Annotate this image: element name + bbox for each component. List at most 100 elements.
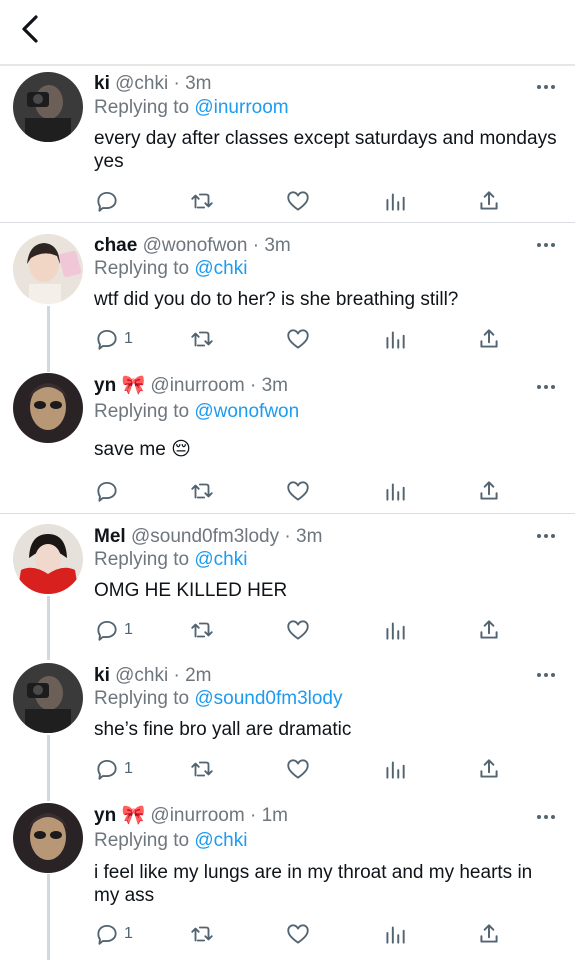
more-options-button[interactable]: [533, 379, 559, 395]
like-button[interactable]: [285, 186, 311, 216]
avatar[interactable]: [13, 663, 83, 733]
analytics-button[interactable]: [382, 754, 408, 784]
share-button[interactable]: [476, 615, 502, 645]
share-button[interactable]: [476, 476, 502, 506]
separator-dot: ·: [249, 375, 257, 396]
display-name[interactable]: yn: [94, 805, 116, 826]
avatar[interactable]: [13, 72, 83, 142]
share-button[interactable]: [476, 919, 502, 949]
analytics-button[interactable]: [382, 919, 408, 949]
tweet[interactable]: ki @chki · 3m Replying to @inurroom ever…: [0, 68, 575, 223]
handle[interactable]: @inurroom: [150, 805, 244, 826]
mention-link[interactable]: @chki: [194, 830, 247, 851]
like-button[interactable]: [285, 754, 311, 784]
reply-button[interactable]: 1: [94, 615, 133, 645]
like-button[interactable]: [285, 324, 311, 354]
reply-button[interactable]: [94, 476, 124, 506]
retweet-button[interactable]: [189, 324, 215, 354]
timestamp[interactable]: 2m: [185, 665, 211, 686]
analytics-button[interactable]: [382, 324, 408, 354]
separator-dot: ·: [249, 805, 257, 826]
handle[interactable]: @sound0fm3lody: [131, 526, 279, 547]
more-dots-icon: [537, 85, 555, 89]
reply-bubble-icon: [97, 191, 117, 212]
handle[interactable]: @wonofwon: [143, 235, 248, 256]
avatar[interactable]: [13, 803, 83, 873]
mention-link[interactable]: @chki: [194, 549, 247, 570]
display-name[interactable]: ki: [94, 73, 110, 94]
tweet[interactable]: ki @chki · 2m Replying to @sound0fm3lody…: [0, 655, 575, 795]
bar-chart-icon: [386, 193, 405, 211]
display-name[interactable]: Mel: [94, 526, 126, 547]
mention-link[interactable]: @sound0fm3lody: [194, 688, 342, 709]
retweet-button[interactable]: [189, 615, 215, 645]
tweet-actions: 1: [0, 324, 575, 354]
share-button[interactable]: [476, 186, 502, 216]
reply-button[interactable]: 1: [94, 324, 133, 354]
analytics-button[interactable]: [382, 186, 408, 216]
name-emoji: 🎀: [121, 805, 146, 826]
reply-count: 1: [124, 760, 133, 777]
share-button[interactable]: [476, 754, 502, 784]
reply-button[interactable]: 1: [94, 754, 133, 784]
share-button[interactable]: [476, 324, 502, 354]
more-options-button[interactable]: [533, 79, 559, 95]
reply-bubble-icon: [97, 620, 117, 641]
mention-link[interactable]: @wonofwon: [194, 401, 299, 422]
retweet-button[interactable]: [189, 186, 215, 216]
display-name[interactable]: chae: [94, 235, 137, 256]
more-options-button[interactable]: [533, 528, 559, 544]
more-options-button[interactable]: [533, 237, 559, 253]
tweet[interactable]: Mel @sound0fm3lody · 3m Replying to @chk…: [0, 515, 575, 655]
more-options-button[interactable]: [533, 809, 559, 825]
separator-dot: ·: [284, 526, 291, 547]
tweet[interactable]: yn 🎀 @inurroom · 3m Replying to @wonofwo…: [0, 364, 575, 514]
avatar[interactable]: [13, 524, 83, 594]
avatar[interactable]: [13, 234, 83, 304]
tweet[interactable]: yn 🎀 @inurroom · 1m Replying to @chki i …: [0, 795, 575, 960]
tweet-header: chae @wonofwon · 3m: [94, 234, 291, 258]
replying-to: Replying to @sound0fm3lody: [94, 687, 343, 711]
tweet-header: yn 🎀 @inurroom · 3m: [94, 374, 288, 398]
more-options-button[interactable]: [533, 667, 559, 683]
handle[interactable]: @chki: [115, 665, 168, 686]
display-name[interactable]: ki: [94, 665, 110, 686]
tweet-text: she’s fine bro yall are dramatic: [94, 719, 352, 740]
bar-chart-icon: [386, 622, 405, 640]
timestamp[interactable]: 3m: [185, 73, 211, 94]
timestamp[interactable]: 1m: [262, 805, 288, 826]
avatar[interactable]: [13, 373, 83, 443]
timestamp[interactable]: 3m: [264, 235, 290, 256]
bar-chart-icon: [386, 761, 405, 779]
reply-button[interactable]: [94, 186, 124, 216]
replying-to-label: Replying to: [94, 688, 190, 709]
replying-to-label: Replying to: [94, 258, 190, 279]
display-name[interactable]: yn: [94, 375, 116, 396]
share-upload-icon: [480, 329, 498, 348]
mention-link[interactable]: @chki: [194, 258, 247, 279]
handle[interactable]: @chki: [115, 73, 168, 94]
reply-button[interactable]: 1: [94, 919, 133, 949]
analytics-button[interactable]: [382, 476, 408, 506]
heart-icon: [287, 924, 309, 944]
retweet-button[interactable]: [189, 919, 215, 949]
replying-to: Replying to @chki: [94, 257, 247, 281]
timestamp[interactable]: 3m: [262, 375, 288, 396]
like-button[interactable]: [285, 919, 311, 949]
tweet-header: yn 🎀 @inurroom · 1m: [94, 804, 288, 828]
analytics-button[interactable]: [382, 615, 408, 645]
back-button[interactable]: [14, 10, 48, 48]
like-button[interactable]: [285, 615, 311, 645]
tweet-actions: [0, 186, 575, 216]
retweet-icon: [191, 193, 213, 209]
separator-dot: ·: [173, 665, 180, 686]
retweet-button[interactable]: [189, 754, 215, 784]
timestamp[interactable]: 3m: [296, 526, 322, 547]
handle[interactable]: @inurroom: [150, 375, 244, 396]
like-button[interactable]: [285, 476, 311, 506]
mention-link[interactable]: @inurroom: [194, 97, 288, 118]
retweet-button[interactable]: [189, 476, 215, 506]
tweet-text: OMG HE KILLED HER: [94, 580, 288, 601]
tweet[interactable]: chae @wonofwon · 3m Replying to @chki wt…: [0, 224, 575, 364]
tweet-actions: 1: [0, 919, 575, 949]
